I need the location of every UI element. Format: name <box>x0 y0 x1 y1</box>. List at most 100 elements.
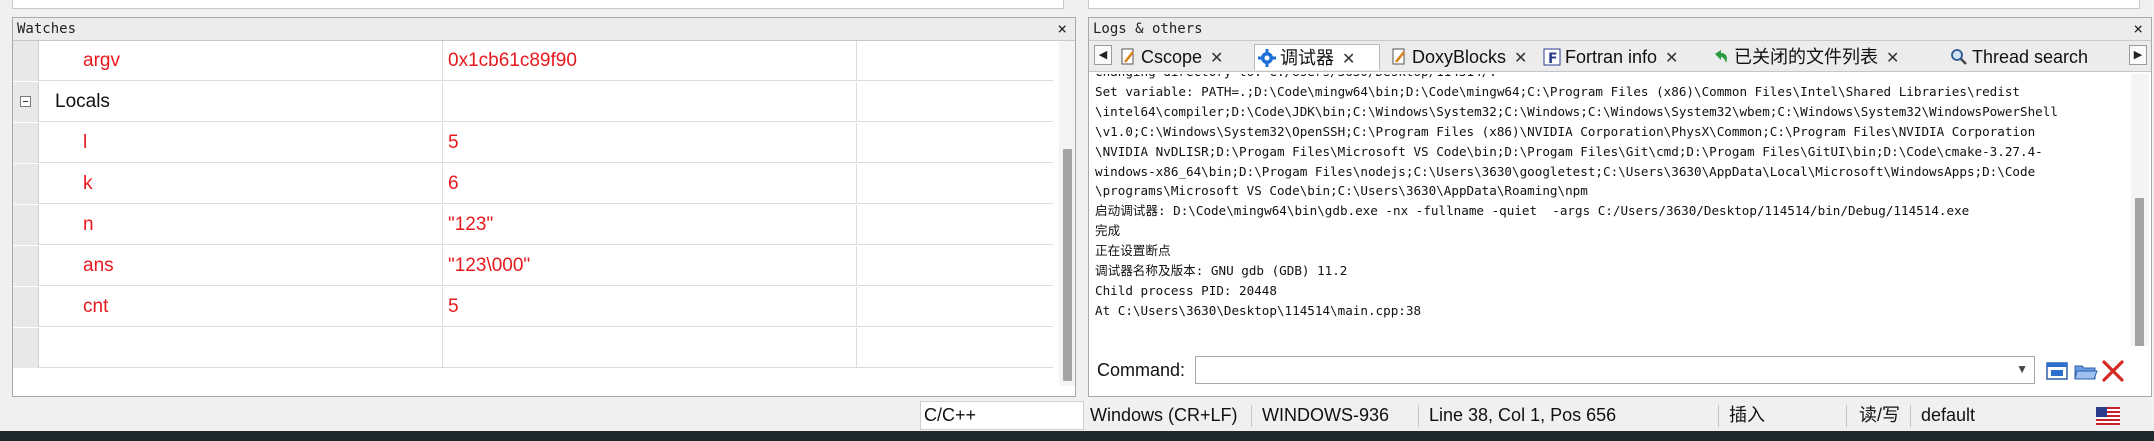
tab-fortran-info[interactable]: F Fortran info ✕ <box>1540 44 1705 70</box>
watch-type <box>857 123 1053 163</box>
tab-cscope[interactable]: Cscope ✕ <box>1116 44 1249 70</box>
log-line: \NVIDIA NvDLISR;D:\Progam Files\Microsof… <box>1095 143 2043 159</box>
watch-row[interactable]: l5 <box>13 123 1053 163</box>
watch-name[interactable]: l <box>39 123 443 163</box>
row-gutter <box>13 164 39 204</box>
window-icon <box>2046 362 2068 380</box>
document-edit-icon <box>1390 47 1408 65</box>
logs-title-bar: Logs & others × <box>1089 18 2151 41</box>
watch-row[interactable]: n "123" <box>13 205 1053 245</box>
clear-log-button[interactable] <box>2100 358 2126 384</box>
tab-label: 已关闭的文件列表 <box>1734 47 1878 67</box>
watch-value[interactable]: 0x1cb61c89f90 <box>443 41 857 81</box>
watch-name[interactable]: n <box>39 205 443 245</box>
tab-close-icon[interactable]: ✕ <box>1210 50 1223 67</box>
tab-label: Fortran info <box>1565 47 1658 67</box>
watch-value[interactable]: "123\000" <box>443 246 857 286</box>
watch-row[interactable]: ans "123\000" <box>13 246 1053 286</box>
log-line: 完成 <box>1095 223 1121 239</box>
logs-panel: Logs & others × ◀ Cscope ✕ 调试器 ✕ DoxyBlocks ✕… <box>1088 17 2152 397</box>
tab-close-icon[interactable]: ✕ <box>1886 50 1899 67</box>
log-line: Child process PID: 20448 <box>1095 282 1277 298</box>
watch-name[interactable]: ans <box>39 246 443 286</box>
watches-scrollbar-thumb[interactable] <box>1063 149 1072 381</box>
watches-vertical-scrollbar[interactable] <box>1059 41 1075 386</box>
status-separator <box>1418 405 1419 427</box>
load-script-button[interactable] <box>2072 358 2098 384</box>
command-label: Command: <box>1097 360 1186 380</box>
log-vertical-scrollbar[interactable] <box>2131 74 2149 346</box>
send-command-button[interactable] <box>2044 358 2070 384</box>
tab-scroll-right-button[interactable]: ▶ <box>2129 45 2147 65</box>
watch-type <box>857 246 1053 286</box>
status-separator <box>1718 405 1719 427</box>
watch-type <box>857 41 1053 81</box>
row-gutter <box>13 123 39 163</box>
tab-thread-search[interactable]: Thread search <box>1947 44 2150 70</box>
status-encoding[interactable]: WINDOWS-936 <box>1262 401 1389 430</box>
collapse-icon[interactable] <box>20 96 31 107</box>
log-line: 启动调试器: D:\Code\mingw64\bin\gdb.exe -nx -… <box>1095 203 1970 219</box>
command-input[interactable]: ▼ <box>1195 356 2035 384</box>
log-line: \intel64\compiler;D:\Code\JDK\bin;C:\Win… <box>1095 103 2058 119</box>
watch-name[interactable]: Locals <box>39 82 443 122</box>
row-gutter <box>13 287 39 327</box>
watch-value[interactable]: 5 <box>443 287 857 327</box>
row-gutter <box>13 246 39 286</box>
status-insert-mode[interactable]: 插入 <box>1729 401 1765 430</box>
tab-close-icon[interactable]: ✕ <box>1665 50 1678 67</box>
open-folder-icon <box>2074 365 2098 380</box>
watch-row[interactable]: argv 0x1cb61c89f90 <box>13 41 1053 81</box>
watch-row[interactable] <box>13 328 1053 368</box>
watch-value[interactable] <box>443 328 857 368</box>
top-right-pane-edge <box>1088 0 2140 9</box>
tab-debugger[interactable]: 调试器 ✕ <box>1254 44 1380 70</box>
status-bar: C/C++ Windows (CR+LF) WINDOWS-936 Line 3… <box>0 401 2154 430</box>
watch-type <box>857 287 1053 327</box>
status-eol[interactable]: Windows (CR+LF) <box>1090 401 1238 430</box>
document-edit-icon <box>1119 47 1137 65</box>
log-line: 正在设置断点 <box>1095 243 1171 259</box>
magnifier-icon <box>1950 47 1968 65</box>
watch-value[interactable]: "123" <box>443 205 857 245</box>
watch-type <box>857 205 1053 245</box>
debugger-log-output[interactable]: Changing directory to: C:/Users/3630/Des… <box>1095 74 2130 346</box>
watch-name[interactable]: argv <box>39 41 443 81</box>
watch-group-row[interactable]: Locals <box>13 82 1053 122</box>
logs-close-button[interactable]: × <box>2133 18 2143 40</box>
tab-label: Cscope <box>1141 47 1203 67</box>
log-line: Set variable: PATH=.;D:\Code\mingw64\bin… <box>1095 83 2021 99</box>
tab-close-icon[interactable]: ✕ <box>1514 50 1527 67</box>
command-row: Command: ▼ <box>1089 348 2151 392</box>
tab-closed-files[interactable]: 已关闭的文件列表 ✕ <box>1709 44 1942 70</box>
status-separator <box>1251 405 1252 427</box>
row-gutter <box>13 205 39 245</box>
status-rw-mode[interactable]: 读/写 <box>1859 401 1900 430</box>
chevron-down-icon[interactable]: ▼ <box>2016 362 2028 376</box>
watch-type <box>857 328 1053 368</box>
watches-panel: Watches × argv 0x1cb61c89f90 Locals l 5 k 6 n "1… <box>12 17 1076 397</box>
watch-value[interactable] <box>443 82 857 122</box>
watch-value[interactable]: 5 <box>443 123 857 163</box>
svg-text:F: F <box>1548 51 1558 66</box>
tab-label: 调试器 <box>1280 48 1334 68</box>
tab-scroll-left-button[interactable]: ◀ <box>1094 45 1112 65</box>
log-scrollbar-thumb[interactable] <box>2135 198 2144 346</box>
watch-row[interactable]: k6 <box>13 164 1053 204</box>
tab-close-icon[interactable]: ✕ <box>1342 51 1355 68</box>
watch-name[interactable]: cnt <box>39 287 443 327</box>
red-x-icon <box>2102 360 2124 382</box>
status-profile: default <box>1921 405 1976 425</box>
status-separator <box>1846 405 1847 427</box>
watch-name[interactable] <box>39 328 443 368</box>
watch-row[interactable]: cnt 5 <box>13 287 1053 327</box>
log-line: \v1.0;C:\Windows\System32\OpenSSH;C:\Pro… <box>1095 123 2036 139</box>
watches-title: Watches <box>17 21 77 37</box>
watch-value[interactable]: 6 <box>443 164 857 204</box>
undo-arrow-icon <box>1712 47 1730 65</box>
row-gutter <box>13 328 39 368</box>
watches-close-button[interactable]: × <box>1057 18 1067 40</box>
watch-name[interactable]: k <box>39 164 443 204</box>
tab-doxyblocks[interactable]: DoxyBlocks ✕ <box>1387 44 1535 70</box>
status-position: Line 38, Col 1, Pos 656 <box>1429 405 1617 425</box>
